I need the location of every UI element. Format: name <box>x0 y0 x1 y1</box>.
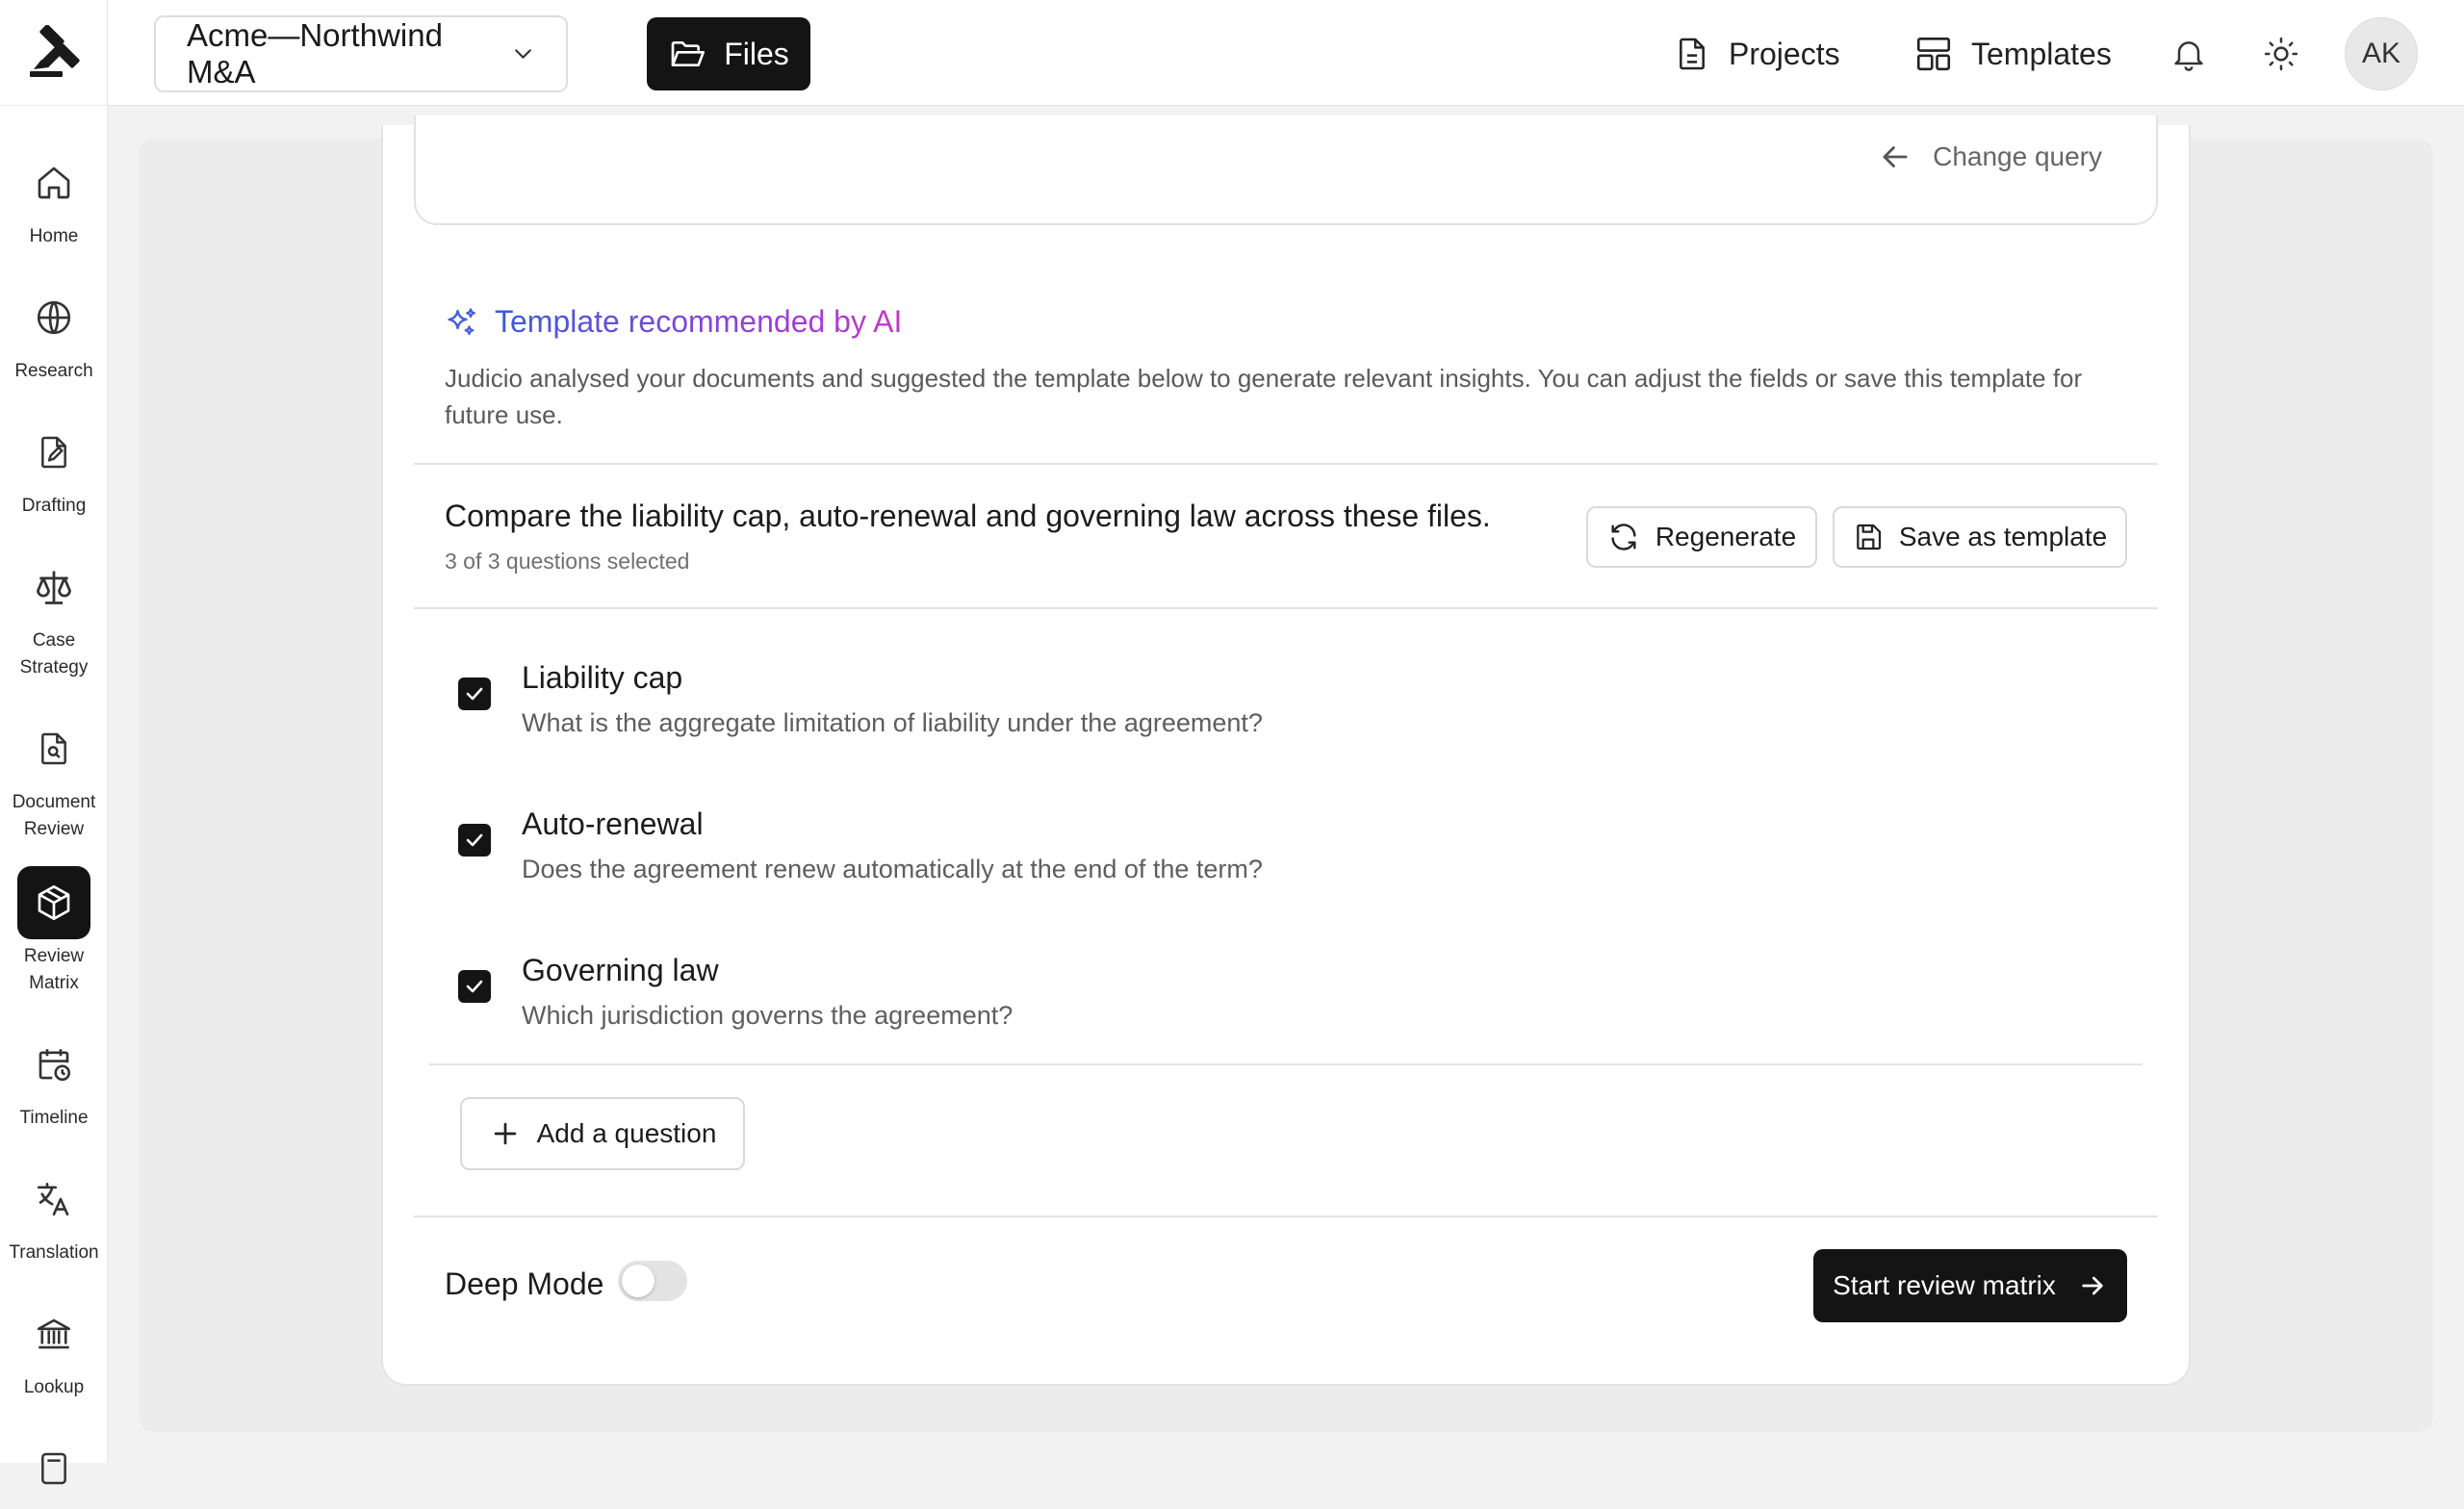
document-icon <box>1680 38 1705 70</box>
notifications-button[interactable] <box>2162 27 2216 81</box>
change-query-button[interactable]: Change query <box>1877 139 2102 175</box>
institution-icon <box>17 1297 90 1370</box>
document-pen-icon <box>17 416 90 489</box>
refresh-icon <box>1611 524 1636 550</box>
top-bar: Acme—Northwind M&A Files Projects Templa… <box>108 0 2464 106</box>
start-review-matrix-button[interactable]: Start review matrix <box>1813 1249 2127 1322</box>
query-text: Compare the liability cap, auto-renewal … <box>445 499 1491 533</box>
files-button[interactable]: Files <box>647 17 810 90</box>
question-title: Auto-renewal <box>522 806 704 841</box>
sidebar-item-document-review[interactable]: Document Review <box>0 712 108 843</box>
sidebar-item-drafting[interactable]: Drafting <box>0 416 108 520</box>
regenerate-button[interactable]: Regenerate <box>1586 506 1817 568</box>
app-logo[interactable] <box>0 0 108 106</box>
check-icon <box>466 980 483 993</box>
folder-open-icon <box>671 41 706 66</box>
sidebar-item-lookup[interactable]: Lookup <box>0 1297 108 1401</box>
sidebar-item-label: Translation <box>9 1242 99 1263</box>
sidebar-item-label: Document Review <box>12 792 96 839</box>
divider <box>414 1215 2158 1217</box>
document-search-icon <box>17 712 90 785</box>
question-description: Does the agreement renew automatically a… <box>522 855 1263 883</box>
project-name: Acme—Northwind M&A <box>187 17 443 90</box>
arrow-left-icon <box>1883 146 1908 167</box>
files-label: Files <box>724 36 789 71</box>
sidebar-item-label: Case Strategy <box>19 630 89 678</box>
change-query-label: Change query <box>1933 141 2102 171</box>
save-as-template-label: Save as template <box>1898 522 2108 551</box>
avatar-initials: AK <box>2361 38 2401 69</box>
calculator-icon <box>17 1432 90 1505</box>
sidebar-item-home[interactable]: Home <box>0 146 108 250</box>
sidebar-item-case-strategy[interactable]: Case Strategy <box>0 550 108 681</box>
question-checkbox[interactable] <box>458 970 491 1003</box>
projects-label: Projects <box>1729 36 1840 71</box>
bell-icon <box>2174 41 2203 71</box>
avatar[interactable]: AK <box>2345 17 2418 90</box>
sidebar: Home Research Drafting Case Strategy Doc… <box>0 0 108 1485</box>
ai-recommendation-description: Judicio analysed your documents and sugg… <box>445 364 2083 429</box>
check-icon <box>466 833 483 847</box>
project-selector[interactable]: Acme—Northwind M&A <box>154 15 568 92</box>
layout-template-icon <box>1916 37 1951 71</box>
sidebar-item-more[interactable] <box>0 1432 108 1509</box>
cube-icon <box>17 866 90 939</box>
sparkles-icon <box>448 307 475 335</box>
sidebar-item-label: Research <box>14 361 93 381</box>
toggle-knob <box>622 1265 654 1297</box>
deep-mode-label: Deep Mode <box>445 1266 604 1301</box>
divider <box>414 607 2158 609</box>
plus-icon <box>494 1122 516 1145</box>
gavel-logo-icon <box>30 24 80 77</box>
sidebar-item-label: Timeline <box>19 1108 89 1128</box>
ai-recommendation-title: Template recommended by AI <box>445 304 902 340</box>
projects-link[interactable]: Projects <box>1673 25 1840 83</box>
question-checkbox[interactable] <box>458 824 491 857</box>
sidebar-item-label: Review Matrix <box>23 946 85 993</box>
chevron-down-icon <box>515 49 531 59</box>
divider <box>429 1063 2143 1065</box>
start-review-matrix-label: Start review matrix <box>1833 1270 2056 1300</box>
home-icon <box>17 146 90 219</box>
translate-icon <box>17 1163 90 1236</box>
save-icon <box>1857 524 1881 550</box>
selected-count: 3 of 3 questions selected <box>445 549 690 574</box>
question-title: Liability cap <box>522 660 683 695</box>
sidebar-item-research[interactable]: Research <box>0 281 108 385</box>
add-question-label: Add a question <box>536 1118 717 1148</box>
question-title: Governing law <box>522 953 719 987</box>
scales-icon <box>17 550 90 624</box>
question-description: Which jurisdiction governs the agreement… <box>522 1001 1014 1030</box>
templates-link[interactable]: Templates <box>1913 25 2112 83</box>
deep-mode-toggle[interactable] <box>618 1261 687 1301</box>
divider <box>414 463 2158 465</box>
add-question-button[interactable]: Add a question <box>460 1097 745 1170</box>
sidebar-item-label: Lookup <box>23 1377 85 1397</box>
sidebar-item-review-matrix[interactable]: Review Matrix <box>0 866 108 997</box>
sidebar-item-timeline[interactable]: Timeline <box>0 1028 108 1132</box>
theme-toggle-button[interactable] <box>2254 27 2308 81</box>
sun-icon <box>2264 37 2298 71</box>
globe-icon <box>17 281 90 354</box>
regenerate-label: Regenerate <box>1655 522 1797 551</box>
calendar-clock-icon <box>17 1028 90 1101</box>
question-checkbox[interactable] <box>458 678 491 710</box>
save-as-template-button[interactable]: Save as template <box>1833 506 2127 568</box>
sidebar-item-label: Drafting <box>21 496 87 516</box>
check-icon <box>466 687 483 701</box>
ai-recommendation-heading: Template recommended by AI <box>495 304 903 339</box>
sidebar-item-label: Home <box>29 226 79 246</box>
query-box: Change query <box>414 115 2158 225</box>
sidebar-item-translation[interactable]: Translation <box>0 1163 108 1266</box>
question-description: What is the aggregate limitation of liab… <box>522 708 1263 737</box>
templates-label: Templates <box>1971 36 2112 71</box>
arrow-right-icon <box>2082 1276 2103 1295</box>
